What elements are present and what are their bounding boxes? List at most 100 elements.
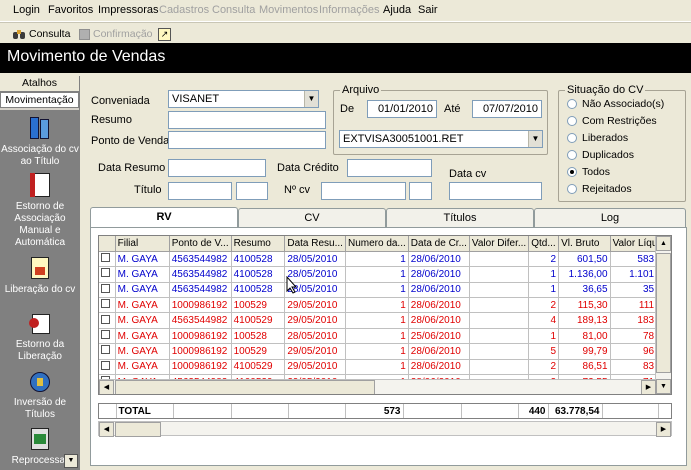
resumo-input[interactable] [168, 111, 326, 129]
confirmacao-button[interactable]: Confirmação [79, 25, 153, 43]
data-cv-input[interactable] [449, 182, 542, 200]
menu-ajuda[interactable]: Ajuda [383, 4, 411, 16]
menu-sair[interactable]: Sair [418, 4, 438, 16]
row-checkbox[interactable] [101, 268, 110, 278]
scroll-right-icon[interactable]: ▶ [656, 422, 671, 437]
column-header-valor-diferenca[interactable]: Valor Difer... [469, 236, 530, 252]
titulo-input-2[interactable] [236, 182, 268, 200]
menu-cadastros[interactable]: Cadastros [159, 4, 209, 16]
table-row[interactable]: M. GAYA 1000986192 100528 28/05/2010 1 25/06/… [99, 328, 671, 345]
scroll-thumb[interactable] [115, 422, 161, 437]
table-cell: 189,13 [558, 312, 611, 329]
table-row[interactable]: M. GAYA 1000986192 100529 29/05/2010 1 28/06/… [99, 297, 671, 314]
scroll-left-icon[interactable]: ◀ [99, 422, 114, 437]
radio-dot[interactable] [567, 99, 577, 109]
radio-dot[interactable] [567, 116, 577, 126]
row-checkbox-cell[interactable] [99, 343, 116, 360]
rv-panel: Filial Ponto de V... Resumo Data Resu...… [90, 227, 687, 466]
menu-consulta[interactable]: Consulta [212, 4, 255, 16]
scroll-thumb[interactable] [115, 380, 375, 394]
row-checkbox[interactable] [101, 253, 110, 263]
scroll-left-icon[interactable]: ◀ [99, 380, 114, 394]
column-header-filial[interactable]: Filial [115, 236, 170, 252]
consulta-button[interactable]: Consulta [13, 25, 70, 43]
totals-empty [173, 404, 232, 418]
row-checkbox-cell[interactable] [99, 282, 116, 299]
radio-com-restricoes[interactable]: Com Restrições [567, 115, 657, 127]
sidebar-tab-atalhos[interactable]: Atalhos [0, 76, 79, 92]
row-checkbox-cell[interactable] [99, 359, 116, 376]
tab-cv[interactable]: CV [238, 208, 386, 228]
table-row[interactable]: M. GAYA 4563544982 4100528 28/05/2010 1 28/06… [99, 266, 671, 283]
data-credito-input[interactable] [347, 159, 432, 177]
ponto-venda-input[interactable] [168, 131, 326, 149]
export-button[interactable]: ↗ [158, 25, 171, 43]
scroll-up-icon[interactable]: ▲ [656, 236, 671, 251]
sidebar-item-estorno-liberacao[interactable]: Estorno da Liberação [0, 310, 80, 363]
radio-liberados[interactable]: Liberados [567, 132, 628, 144]
table-row[interactable]: M. GAYA 1000986192 100529 29/05/2010 1 28/06/… [99, 343, 671, 360]
column-header-data-resumo[interactable]: Data Resu... [284, 236, 346, 252]
scroll-thumb[interactable] [656, 253, 671, 373]
table-row[interactable]: M. GAYA 1000986192 4100529 29/05/2010 1 28/06… [99, 359, 671, 376]
radio-duplicados[interactable]: Duplicados [567, 149, 634, 161]
menu-informacoes[interactable]: Informações [319, 4, 380, 16]
ncv-input-2[interactable] [409, 182, 432, 200]
row-checkbox-cell[interactable] [99, 251, 116, 268]
column-header-numero[interactable]: Numero da... [345, 236, 409, 252]
tab-rv[interactable]: RV [90, 207, 238, 229]
column-header-vl-bruto[interactable]: Vl. Bruto [558, 236, 611, 252]
grid-horizontal-scrollbar[interactable]: ◀ ▶ [99, 379, 656, 394]
column-header-ponto-venda[interactable]: Ponto de V... [169, 236, 232, 252]
radio-dot-selected[interactable] [567, 167, 577, 177]
column-header-data-credito[interactable]: Data de Cr... [408, 236, 470, 252]
row-checkbox[interactable] [101, 345, 110, 355]
row-checkbox[interactable] [101, 299, 110, 309]
sidebar-item-liberacao[interactable]: Liberação do cv [0, 255, 80, 296]
chevron-down-icon[interactable]: ▼ [528, 131, 542, 147]
radio-rejeitados[interactable]: Rejeitados [567, 183, 632, 195]
menu-impressoras[interactable]: Impressoras [98, 4, 159, 16]
conveniada-select[interactable]: VISANET ▼ [168, 90, 319, 108]
tab-log[interactable]: Log [534, 208, 686, 228]
row-checkbox-cell[interactable] [99, 328, 116, 345]
sidebar-item-estorno-associacao[interactable]: Estorno de Associação Manual e Automátic… [0, 172, 80, 249]
row-checkbox[interactable] [101, 360, 110, 370]
menu-favoritos[interactable]: Favoritos [48, 4, 93, 16]
row-checkbox[interactable] [101, 330, 110, 340]
sidebar-scroll-down[interactable]: ▼ [64, 454, 78, 468]
de-date-input[interactable]: 01/01/2010 [367, 100, 437, 118]
column-header-qtd[interactable]: Qtd... [528, 236, 560, 252]
data-resumo-input[interactable] [168, 159, 266, 177]
ncv-input[interactable] [321, 182, 406, 200]
menu-movimentos[interactable]: Movimentos [259, 4, 318, 16]
arquivo-select[interactable]: EXTVISA30051001.RET ▼ [339, 130, 543, 148]
row-checkbox[interactable] [101, 283, 110, 293]
row-checkbox-cell[interactable] [99, 312, 116, 329]
grid-vertical-scrollbar[interactable]: ▲ ▼ [655, 236, 671, 394]
sidebar-item-inversao[interactable]: Inversão de Títulos [0, 368, 80, 421]
table-row[interactable]: M. GAYA 4563544982 4100528 28/05/2010 1 28/06… [99, 282, 671, 299]
scroll-right-icon[interactable]: ▶ [641, 380, 656, 394]
titulo-input[interactable] [168, 182, 232, 200]
radio-dot[interactable] [567, 133, 577, 143]
row-checkbox-cell[interactable] [99, 297, 116, 314]
column-header-resumo[interactable]: Resumo [231, 236, 286, 252]
ate-date-input[interactable]: 07/07/2010 [472, 100, 542, 118]
row-checkbox-cell[interactable] [99, 266, 116, 283]
totals-horizontal-scrollbar[interactable]: ◀ ▶ [98, 421, 672, 437]
chevron-down-icon[interactable]: ▼ [304, 91, 318, 107]
sidebar-tab-movimentacao[interactable]: Movimentação [0, 92, 79, 108]
tab-titulos[interactable]: Títulos [386, 208, 534, 228]
radio-todos[interactable]: Todos [567, 166, 610, 178]
sidebar-item-associacao[interactable]: Associação do cv ao Título [0, 115, 80, 168]
radio-dot[interactable] [567, 184, 577, 194]
radio-nao-associados[interactable]: Não Associado(s) [567, 98, 664, 110]
column-header-select[interactable] [99, 236, 116, 252]
scroll-down-icon[interactable]: ▼ [656, 379, 671, 394]
table-row[interactable]: M. GAYA4563544982410052929/05/2010128/06… [99, 312, 671, 329]
menu-login[interactable]: Login [13, 4, 40, 16]
row-checkbox[interactable] [101, 314, 110, 324]
radio-dot[interactable] [567, 150, 577, 160]
table-row[interactable]: M. GAYA 4563544982 4100528 28/05/2010 1 28/06… [99, 251, 671, 268]
